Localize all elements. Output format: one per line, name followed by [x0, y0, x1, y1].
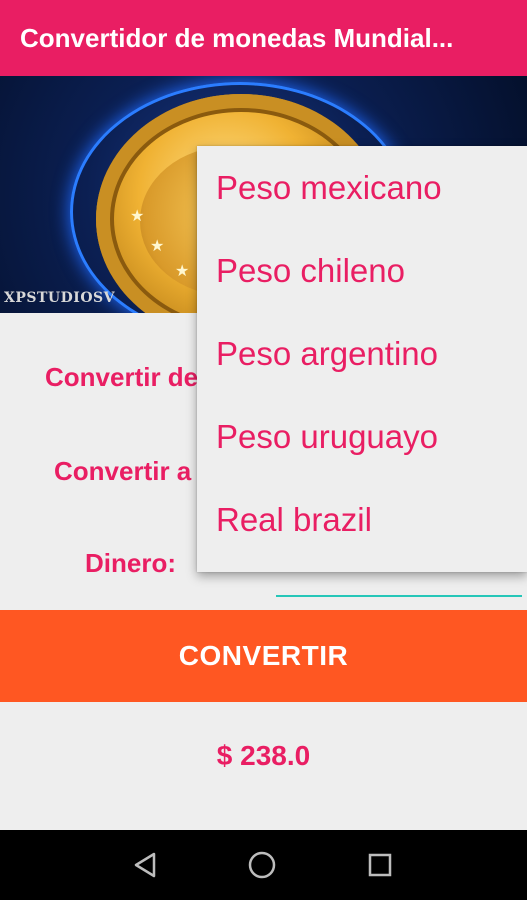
system-nav-bar	[0, 830, 527, 900]
currency-dropdown: Peso mexicano Peso chileno Peso argentin…	[197, 146, 527, 572]
recents-icon[interactable]	[363, 848, 397, 882]
dropdown-option-peso-chileno[interactable]: Peso chileno	[197, 229, 527, 312]
to-currency-label: Convertir a	[54, 456, 192, 486]
star-icon: ★	[150, 238, 165, 255]
convert-button[interactable]: CONVERTIR	[0, 610, 527, 702]
banner-watermark: XPSTUDIOSV	[4, 290, 115, 306]
dropdown-option-real-brazil[interactable]: Real brazil	[197, 478, 527, 561]
dropdown-option-peso-argentino[interactable]: Peso argentino	[197, 312, 527, 395]
money-input[interactable]	[276, 595, 522, 597]
back-icon[interactable]	[128, 848, 162, 882]
money-label: Dinero:	[85, 548, 176, 578]
home-icon[interactable]	[245, 848, 279, 882]
result-text: $ 238.0	[216, 740, 311, 771]
app-bar: Convertidor de monedas Mundial...	[0, 0, 527, 76]
dropdown-option-peso-mexicano[interactable]: Peso mexicano	[197, 146, 527, 229]
star-icon: ★	[175, 263, 190, 280]
from-currency-label: Convertir de	[45, 362, 199, 392]
star-icon: ★	[130, 208, 145, 225]
dropdown-option-peso-uruguayo[interactable]: Peso uruguayo	[197, 395, 527, 478]
app-title: Convertidor de monedas Mundial...	[20, 22, 454, 53]
